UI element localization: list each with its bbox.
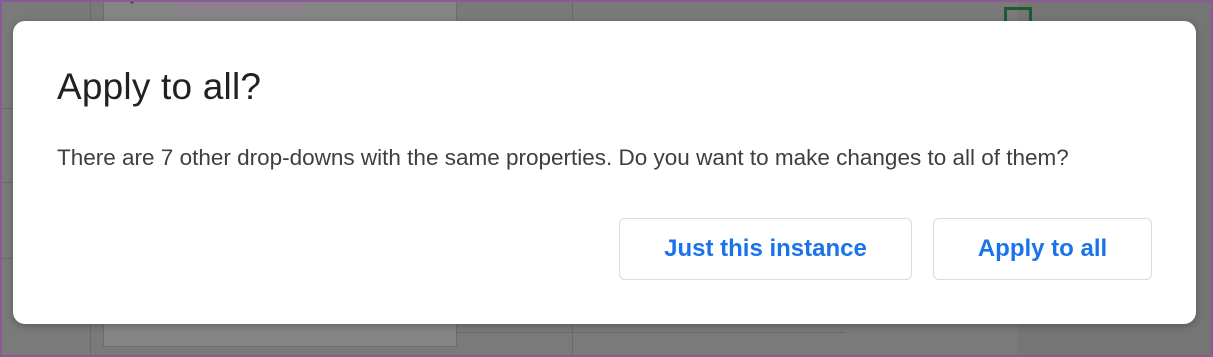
apply-to-all-button[interactable]: Apply to all: [933, 218, 1152, 280]
grid-line: [0, 182, 14, 183]
dialog-message: There are 7 other drop-downs with the sa…: [57, 145, 1069, 170]
dropdown-caret-icon: [128, 0, 136, 4]
grid-line: [0, 108, 14, 109]
grid-line: [456, 332, 846, 333]
background-chip: [176, 0, 306, 10]
apply-to-all-dialog: Apply to all? There are 7 other drop-dow…: [13, 21, 1196, 324]
grid-line: [0, 258, 14, 259]
background-panel: [103, 323, 457, 347]
just-this-instance-button[interactable]: Just this instance: [619, 218, 912, 280]
dialog-title: Apply to all?: [57, 66, 262, 107]
